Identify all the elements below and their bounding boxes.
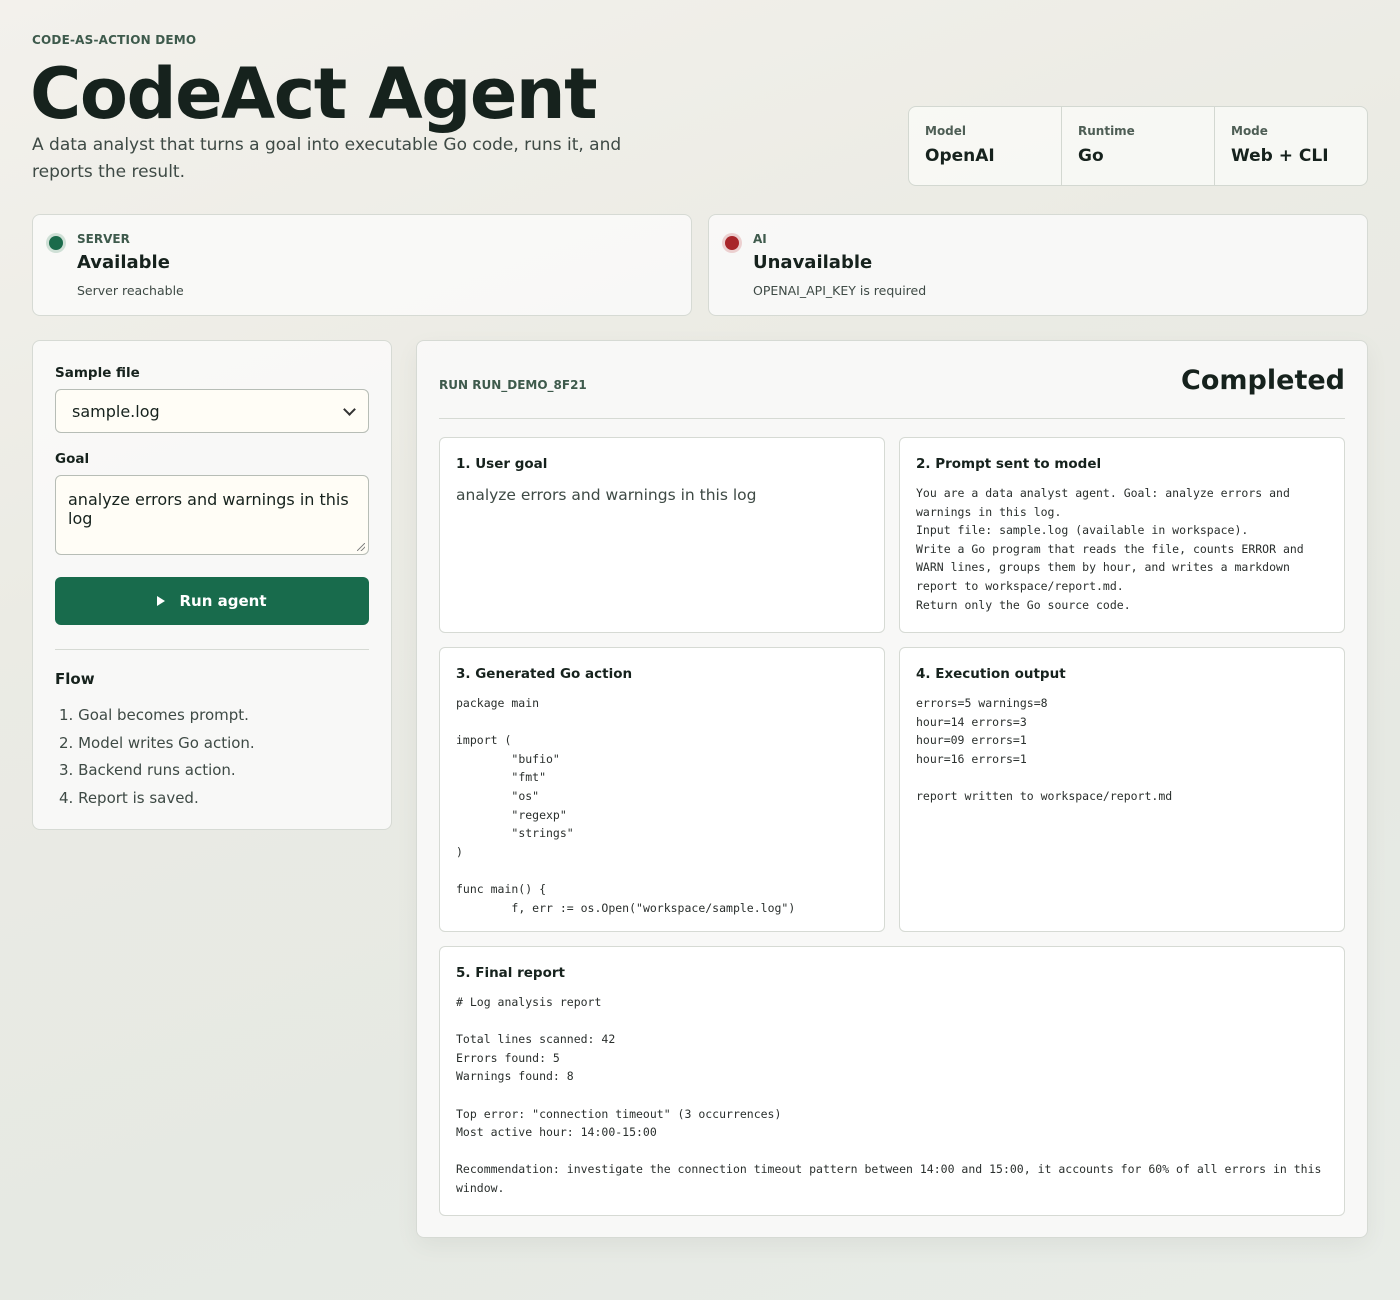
flow-step: 4. Report is saved. [59, 788, 199, 807]
user-goal-card: 1. User goal analyze errors and warnings… [439, 437, 885, 633]
divider [439, 418, 1345, 419]
status-ok-icon [49, 236, 63, 250]
sample-file-select[interactable]: sample.log [55, 389, 369, 433]
chevron-down-icon [343, 402, 356, 416]
meta-value: OpenAI [925, 146, 995, 166]
flow-step: 2. Model writes Go action. [59, 733, 255, 752]
status-value: Unavailable [753, 252, 873, 273]
card-title: 3. Generated Go action [456, 666, 633, 682]
card-title: 1. User goal [456, 456, 548, 472]
execution-output: errors=5 warnings=8 hour=14 errors=3 hou… [916, 696, 1173, 803]
goal-input[interactable]: analyze errors and warnings in this log [55, 475, 369, 555]
card-title: 2. Prompt sent to model [916, 456, 1102, 472]
run-agent-button[interactable]: Run agent [55, 577, 369, 625]
card-title: 4. Execution output [916, 666, 1066, 682]
meta-label: Runtime [1078, 124, 1135, 138]
server-status-card: SERVER Available Server reachable [32, 214, 692, 316]
final-report-card: 5. Final report # Log analysis report To… [439, 946, 1345, 1216]
flow-step: 1. Goal becomes prompt. [59, 706, 249, 724]
meta-value: Go [1078, 146, 1104, 166]
status-error-icon [725, 236, 739, 250]
sample-file-label: Sample file [55, 365, 140, 381]
generated-action-card: 3. Generated Go action package main impo… [439, 647, 885, 932]
meta-model: Model OpenAI [909, 107, 1062, 185]
flow-title: Flow [55, 670, 95, 688]
page-title: CodeAct Agent [30, 53, 598, 135]
run-id: RUN RUN_DEMO_8F21 [439, 378, 587, 392]
flow-step: 3. Backend runs action. [59, 761, 236, 779]
divider [55, 649, 369, 650]
eyebrow: CODE-AS-ACTION DEMO [32, 33, 197, 47]
sample-file-value: sample.log [72, 401, 160, 421]
meta-label: Model [925, 124, 967, 138]
final-report: # Log analysis report Total lines scanne… [456, 995, 1322, 1195]
status-value: Available [77, 252, 170, 273]
status-kind: AI [753, 232, 767, 246]
ai-status-card: AI Unavailable OPENAI_API_KEY is require… [708, 214, 1368, 316]
run-panel: RUN RUN_DEMO_8F21 Completed 1. User goal… [416, 340, 1368, 1238]
status-detail: Server reachable [77, 283, 184, 298]
resize-handle-icon[interactable] [357, 543, 365, 551]
flow-list: 1. Goal becomes prompt. 2. Model writes … [55, 702, 369, 812]
play-icon [157, 596, 166, 606]
run-agent-label: Run agent [179, 592, 267, 610]
generated-code: package main import ( "bufio" "fmt" "os"… [456, 696, 796, 915]
goal-input-value: analyze errors and warnings in this log [68, 490, 349, 528]
meta-mode: Mode Web + CLI [1215, 107, 1367, 185]
meta-summary: Model OpenAI Runtime Go Mode Web + CLI [908, 106, 1368, 186]
prompt-card: 2. Prompt sent to model You are a data a… [899, 437, 1345, 633]
execution-output-card: 4. Execution output errors=5 warnings=8 … [899, 647, 1345, 932]
prompt-text: You are a data analyst agent. Goal: anal… [916, 486, 1304, 612]
page-subtitle: A data analyst that turns a goal into ex… [32, 135, 622, 182]
meta-label: Mode [1231, 124, 1268, 138]
card-title: 5. Final report [456, 965, 565, 981]
user-goal-text: analyze errors and warnings in this log [456, 486, 757, 504]
meta-runtime: Runtime Go [1062, 107, 1215, 185]
status-kind: SERVER [77, 232, 130, 246]
run-state: Completed [1181, 365, 1345, 396]
control-panel: Sample file sample.log Goal analyze erro… [32, 340, 392, 830]
goal-label: Goal [55, 451, 90, 467]
meta-value: Web + CLI [1231, 146, 1329, 166]
status-detail: OPENAI_API_KEY is required [753, 283, 927, 298]
